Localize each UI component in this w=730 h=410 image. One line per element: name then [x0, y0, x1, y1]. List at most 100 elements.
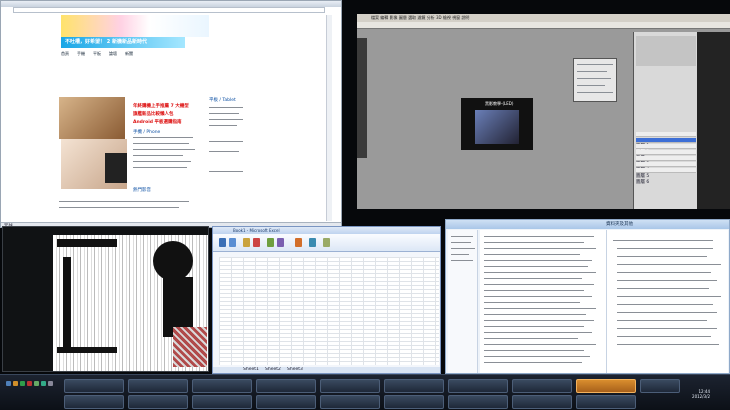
ps-menu-3d[interactable]: 3D	[436, 15, 442, 20]
taskbar-button[interactable]	[512, 395, 572, 409]
taskbar-button[interactable]	[384, 379, 444, 393]
merge-icon[interactable]	[277, 238, 284, 247]
taskbar-button[interactable]	[448, 379, 508, 393]
format-icon[interactable]	[295, 238, 302, 247]
ps-color-swatches[interactable]	[636, 36, 696, 66]
photoshop-window[interactable]: 檔案 編輯 影像 圖層 選取 濾鏡 分析 3D 檢視 視窗 說明 黑影教學-(L…	[357, 14, 730, 209]
sheet-tab-3[interactable]: Sheet3	[287, 367, 303, 372]
system-clock[interactable]: 12:44 2012/3/2	[692, 389, 710, 399]
taskbar-button[interactable]	[64, 379, 124, 393]
ps-doc-image	[475, 110, 519, 144]
taskbar-button[interactable]	[192, 379, 252, 393]
font-color-icon[interactable]	[253, 238, 260, 247]
quicklaunch-icon[interactable]	[41, 381, 46, 386]
taskbar-button[interactable]	[64, 395, 124, 409]
cut-icon[interactable]	[229, 238, 236, 247]
nav-tab-news[interactable]: 新聞	[125, 51, 133, 57]
explorer-preview-pane[interactable]	[606, 230, 728, 373]
portrait-figure	[153, 241, 193, 281]
ps-toolbox[interactable]	[357, 38, 367, 158]
section-tablet[interactable]: 平板 / Tablet	[209, 97, 236, 103]
ps-menu-window[interactable]: 視窗	[452, 15, 460, 20]
browser-scrollbar[interactable]	[326, 15, 332, 221]
sort-icon[interactable]	[323, 238, 330, 247]
top-banner-ad[interactable]	[61, 15, 209, 37]
taskbar-button[interactable]	[320, 379, 380, 393]
taskbar[interactable]: 12:44 2012/3/2	[0, 374, 730, 410]
sheet-tab-1[interactable]: Sheet1	[243, 367, 259, 372]
ps-options-bar[interactable]	[357, 22, 730, 29]
quicklaunch-icon[interactable]	[13, 381, 18, 386]
start-icon[interactable]	[6, 381, 11, 386]
explorer-titlebar[interactable]: 資料夾及其他	[446, 220, 729, 229]
product-photo[interactable]	[105, 153, 127, 183]
ps-menu-view[interactable]: 檢視	[443, 15, 451, 20]
address-bar[interactable]	[13, 7, 325, 13]
brick-pattern	[173, 327, 207, 367]
ps-layer-row[interactable]: 背景	[636, 144, 696, 161]
ps-menu-select[interactable]: 選取	[408, 15, 416, 20]
ps-menu-analysis[interactable]: 分析	[427, 15, 435, 20]
ps-character-dialog[interactable]	[573, 58, 617, 102]
quicklaunch-icon[interactable]	[20, 381, 25, 386]
ps-layer-row[interactable]: 圖層 1	[636, 132, 696, 149]
taskbar-button[interactable]	[256, 379, 316, 393]
ps-menu-edit[interactable]: 編輯	[380, 15, 388, 20]
taskbar-button[interactable]	[448, 395, 508, 409]
ps-layer-row[interactable]: 圖層 4	[636, 156, 696, 173]
ps-layer-row[interactable]: 圖層 2	[636, 138, 696, 155]
section-media[interactable]: 熱門影音	[133, 187, 151, 193]
taskbar-button[interactable]	[384, 395, 444, 409]
ps-menu-file[interactable]: 檔案	[371, 15, 379, 20]
taskbar-button[interactable]	[256, 395, 316, 409]
section-phone[interactable]: 手機 / Phone	[133, 129, 160, 135]
taskbar-button[interactable]	[192, 395, 252, 409]
ps-layer-row[interactable]: 圖層 5	[636, 162, 696, 179]
taskbar-button[interactable]	[512, 379, 572, 393]
headline-3[interactable]: Android 平板選購指南	[133, 119, 182, 125]
headline-2[interactable]: 旗艦新品比較懶人包	[133, 111, 174, 117]
promo-banner[interactable]: 不吐槽，好希望！ 2 新機新品新時代	[61, 37, 185, 48]
taskbar-button-active[interactable]	[576, 379, 636, 393]
paste-icon[interactable]	[219, 238, 226, 247]
image-viewer-window[interactable]	[2, 226, 209, 372]
quicklaunch-icon[interactable]	[48, 381, 53, 386]
taskbar-button[interactable]	[128, 379, 188, 393]
ps-menu-image[interactable]: 影像	[390, 15, 398, 20]
ps-menu-help[interactable]: 說明	[461, 15, 469, 20]
ps-side-dock[interactable]	[697, 32, 730, 209]
article-photo[interactable]	[59, 97, 125, 139]
ps-menu-layer[interactable]: 圖層	[399, 15, 407, 20]
nav-tab-home[interactable]: 首頁	[61, 51, 69, 57]
ps-menubar[interactable]: 檔案 編輯 影像 圖層 選取 濾鏡 分析 3D 檢視 視窗 說明	[357, 14, 730, 22]
ps-layers-panel[interactable]: 圖層 1 圖層 2 背景 圖層 3 圖層 4 圖層 5 圖層 6	[633, 32, 697, 209]
sheet-tabbar[interactable]: Sheet1 Sheet2 Sheet3	[213, 367, 440, 373]
headline-1[interactable]: 年終購機上手推薦 7 大機型	[133, 103, 189, 109]
explorer-file-list[interactable]	[480, 230, 606, 373]
ps-layer-row[interactable]: 圖層 6	[636, 168, 696, 185]
quicklaunch-icon[interactable]	[27, 381, 32, 386]
ps-menu-filter[interactable]: 濾鏡	[417, 15, 425, 20]
align-icon[interactable]	[267, 238, 274, 247]
taskbar-button[interactable]	[640, 379, 680, 393]
bold-icon[interactable]	[243, 238, 250, 247]
taskbar-button[interactable]	[320, 395, 380, 409]
excel-ribbon[interactable]	[213, 234, 440, 252]
excel-window[interactable]: Book1 - Microsoft Excel Sheet1 Sheet2 Sh…	[212, 226, 441, 374]
insert-icon[interactable]	[309, 238, 316, 247]
ps-document-canvas[interactable]: 黑影教學-(LED)	[461, 98, 533, 150]
quicklaunch-icon[interactable]	[34, 381, 39, 386]
taskbar-button[interactable]	[128, 395, 188, 409]
nav-tab-phone[interactable]: 手機	[77, 51, 85, 57]
ps-layer-row[interactable]: 圖層 3	[636, 150, 696, 167]
taskbar-button[interactable]	[576, 395, 636, 409]
desktop: 不吐槽，好希望！ 2 新機新品新時代 首頁 手機 平板 論壇 新聞 年終購機上手…	[0, 0, 730, 410]
browser-window[interactable]: 不吐槽，好希望！ 2 新機新品新時代 首頁 手機 平板 論壇 新聞 年終購機上手…	[0, 0, 342, 228]
spreadsheet-grid[interactable]	[219, 257, 439, 365]
sheet-tab-2[interactable]: Sheet2	[265, 367, 281, 372]
nav-tab-forum[interactable]: 論壇	[109, 51, 117, 57]
explorer-nav-pane[interactable]	[448, 230, 478, 373]
explorer-window[interactable]: 資料夾及其他	[445, 219, 730, 374]
excel-titlebar[interactable]: Book1 - Microsoft Excel	[213, 227, 440, 234]
nav-tab-tablet[interactable]: 平板	[93, 51, 101, 57]
